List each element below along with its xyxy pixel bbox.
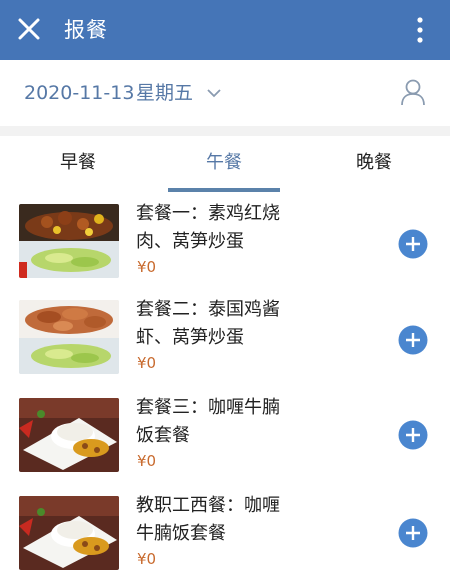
meal-price: ¥0 — [137, 452, 157, 470]
meal-price: ¥0 — [137, 258, 157, 276]
meal-name: 套餐一：素鸡红烧肉、莴笋炒蛋 — [136, 203, 280, 252]
meal-image — [19, 300, 119, 374]
list-item: 套餐一：素鸡红烧肉、莴笋炒蛋 ¥0 — [0, 196, 450, 292]
tab-dinner[interactable]: 晚餐 — [314, 136, 434, 192]
divider — [0, 126, 450, 136]
meal-image — [19, 398, 119, 472]
meal-name: 套餐二：泰国鸡酱虾、莴笋炒蛋 — [136, 299, 280, 348]
meal-price: ¥0 — [137, 550, 157, 568]
selected-date[interactable]: 2020-11-13 — [24, 60, 134, 126]
plus-circle-icon[interactable] — [398, 229, 428, 259]
active-tab-indicator — [168, 188, 280, 192]
list-item: 套餐三：咖喱牛腩饭套餐 ¥0 — [0, 390, 450, 486]
chevron-down-icon[interactable] — [206, 85, 222, 101]
tab-breakfast[interactable]: 早餐 — [18, 136, 138, 192]
meal-price: ¥0 — [137, 354, 157, 372]
page-title: 报餐 — [64, 18, 108, 42]
user-icon[interactable] — [400, 78, 426, 106]
tab-lunch[interactable]: 午餐 — [164, 136, 284, 192]
selected-weekday[interactable]: 星期五 — [136, 60, 193, 126]
list-item: 教职工西餐：咖喱牛腩饭套餐 ¥0 — [0, 488, 450, 574]
more-vertical-icon[interactable] — [410, 16, 430, 44]
list-item: 套餐二：泰国鸡酱虾、莴笋炒蛋 ¥0 — [0, 292, 450, 388]
plus-circle-icon[interactable] — [398, 420, 428, 450]
plus-circle-icon[interactable] — [398, 518, 428, 548]
close-icon[interactable] — [14, 14, 44, 44]
meal-name: 教职工西餐：咖喱牛腩饭套餐 — [136, 495, 280, 544]
date-selector[interactable]: 2020-11-13 星期五 — [0, 60, 450, 126]
app-header: 报餐 — [0, 0, 450, 60]
meal-image — [19, 496, 119, 570]
meal-image — [19, 204, 119, 278]
meal-name: 套餐三：咖喱牛腩饭套餐 — [136, 397, 280, 446]
meal-tabs: 早餐 午餐 晚餐 — [0, 136, 450, 196]
plus-circle-icon[interactable] — [398, 325, 428, 355]
